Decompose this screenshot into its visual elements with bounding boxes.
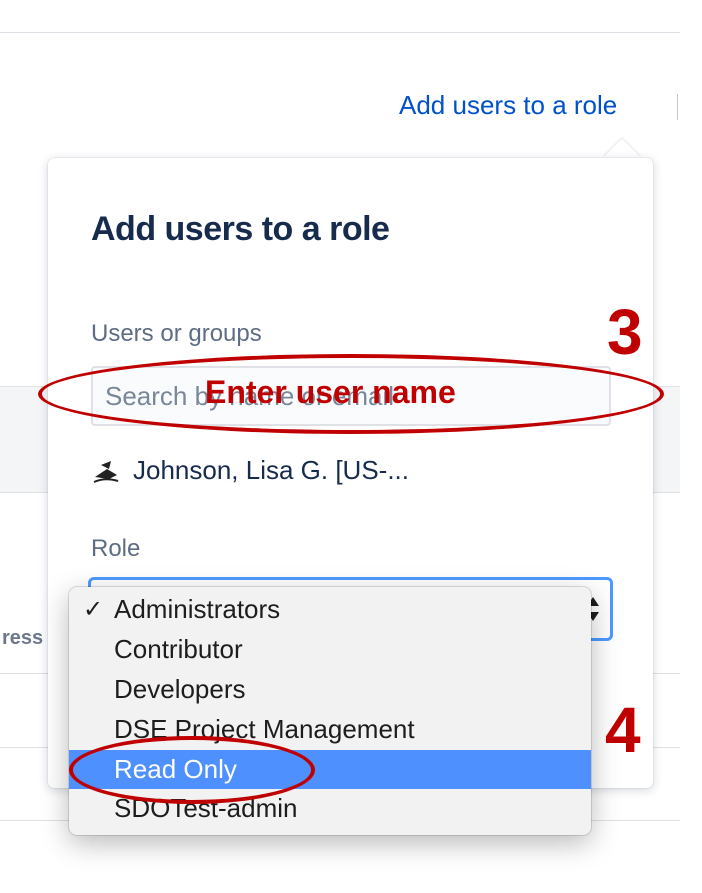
add-users-to-role-link[interactable]: Add users to a role	[399, 90, 617, 121]
table-column-label-fragment: ress	[2, 627, 44, 649]
role-option-label: Contributor	[114, 634, 243, 664]
users-or-groups-label: Users or groups	[91, 320, 262, 347]
checkmark-icon: ✓	[83, 596, 104, 623]
annotation-step-3: 3	[607, 296, 643, 368]
role-label: Role	[91, 535, 141, 562]
dialog-title: Add users to a role	[91, 210, 390, 248]
role-option-label: Developers	[114, 674, 246, 704]
role-option-contributor[interactable]: Contributor	[69, 630, 591, 669]
role-option-developers[interactable]: Developers	[69, 670, 591, 709]
annotation-step-4: 4	[605, 694, 641, 766]
selected-user-name: Johnson, Lisa G. [US-...	[133, 454, 410, 485]
annotation-oval-search	[38, 354, 664, 434]
role-option-administrators[interactable]: ✓ Administrators	[69, 590, 591, 629]
role-option-label: Administrators	[114, 594, 281, 624]
toolbar-separator	[677, 94, 678, 120]
selected-user-chip[interactable]: Johnson, Lisa G. [US-...	[91, 452, 409, 488]
top-divider	[0, 32, 680, 33]
user-avatar-icon	[91, 455, 121, 485]
annotation-oval-read-only	[69, 736, 315, 804]
